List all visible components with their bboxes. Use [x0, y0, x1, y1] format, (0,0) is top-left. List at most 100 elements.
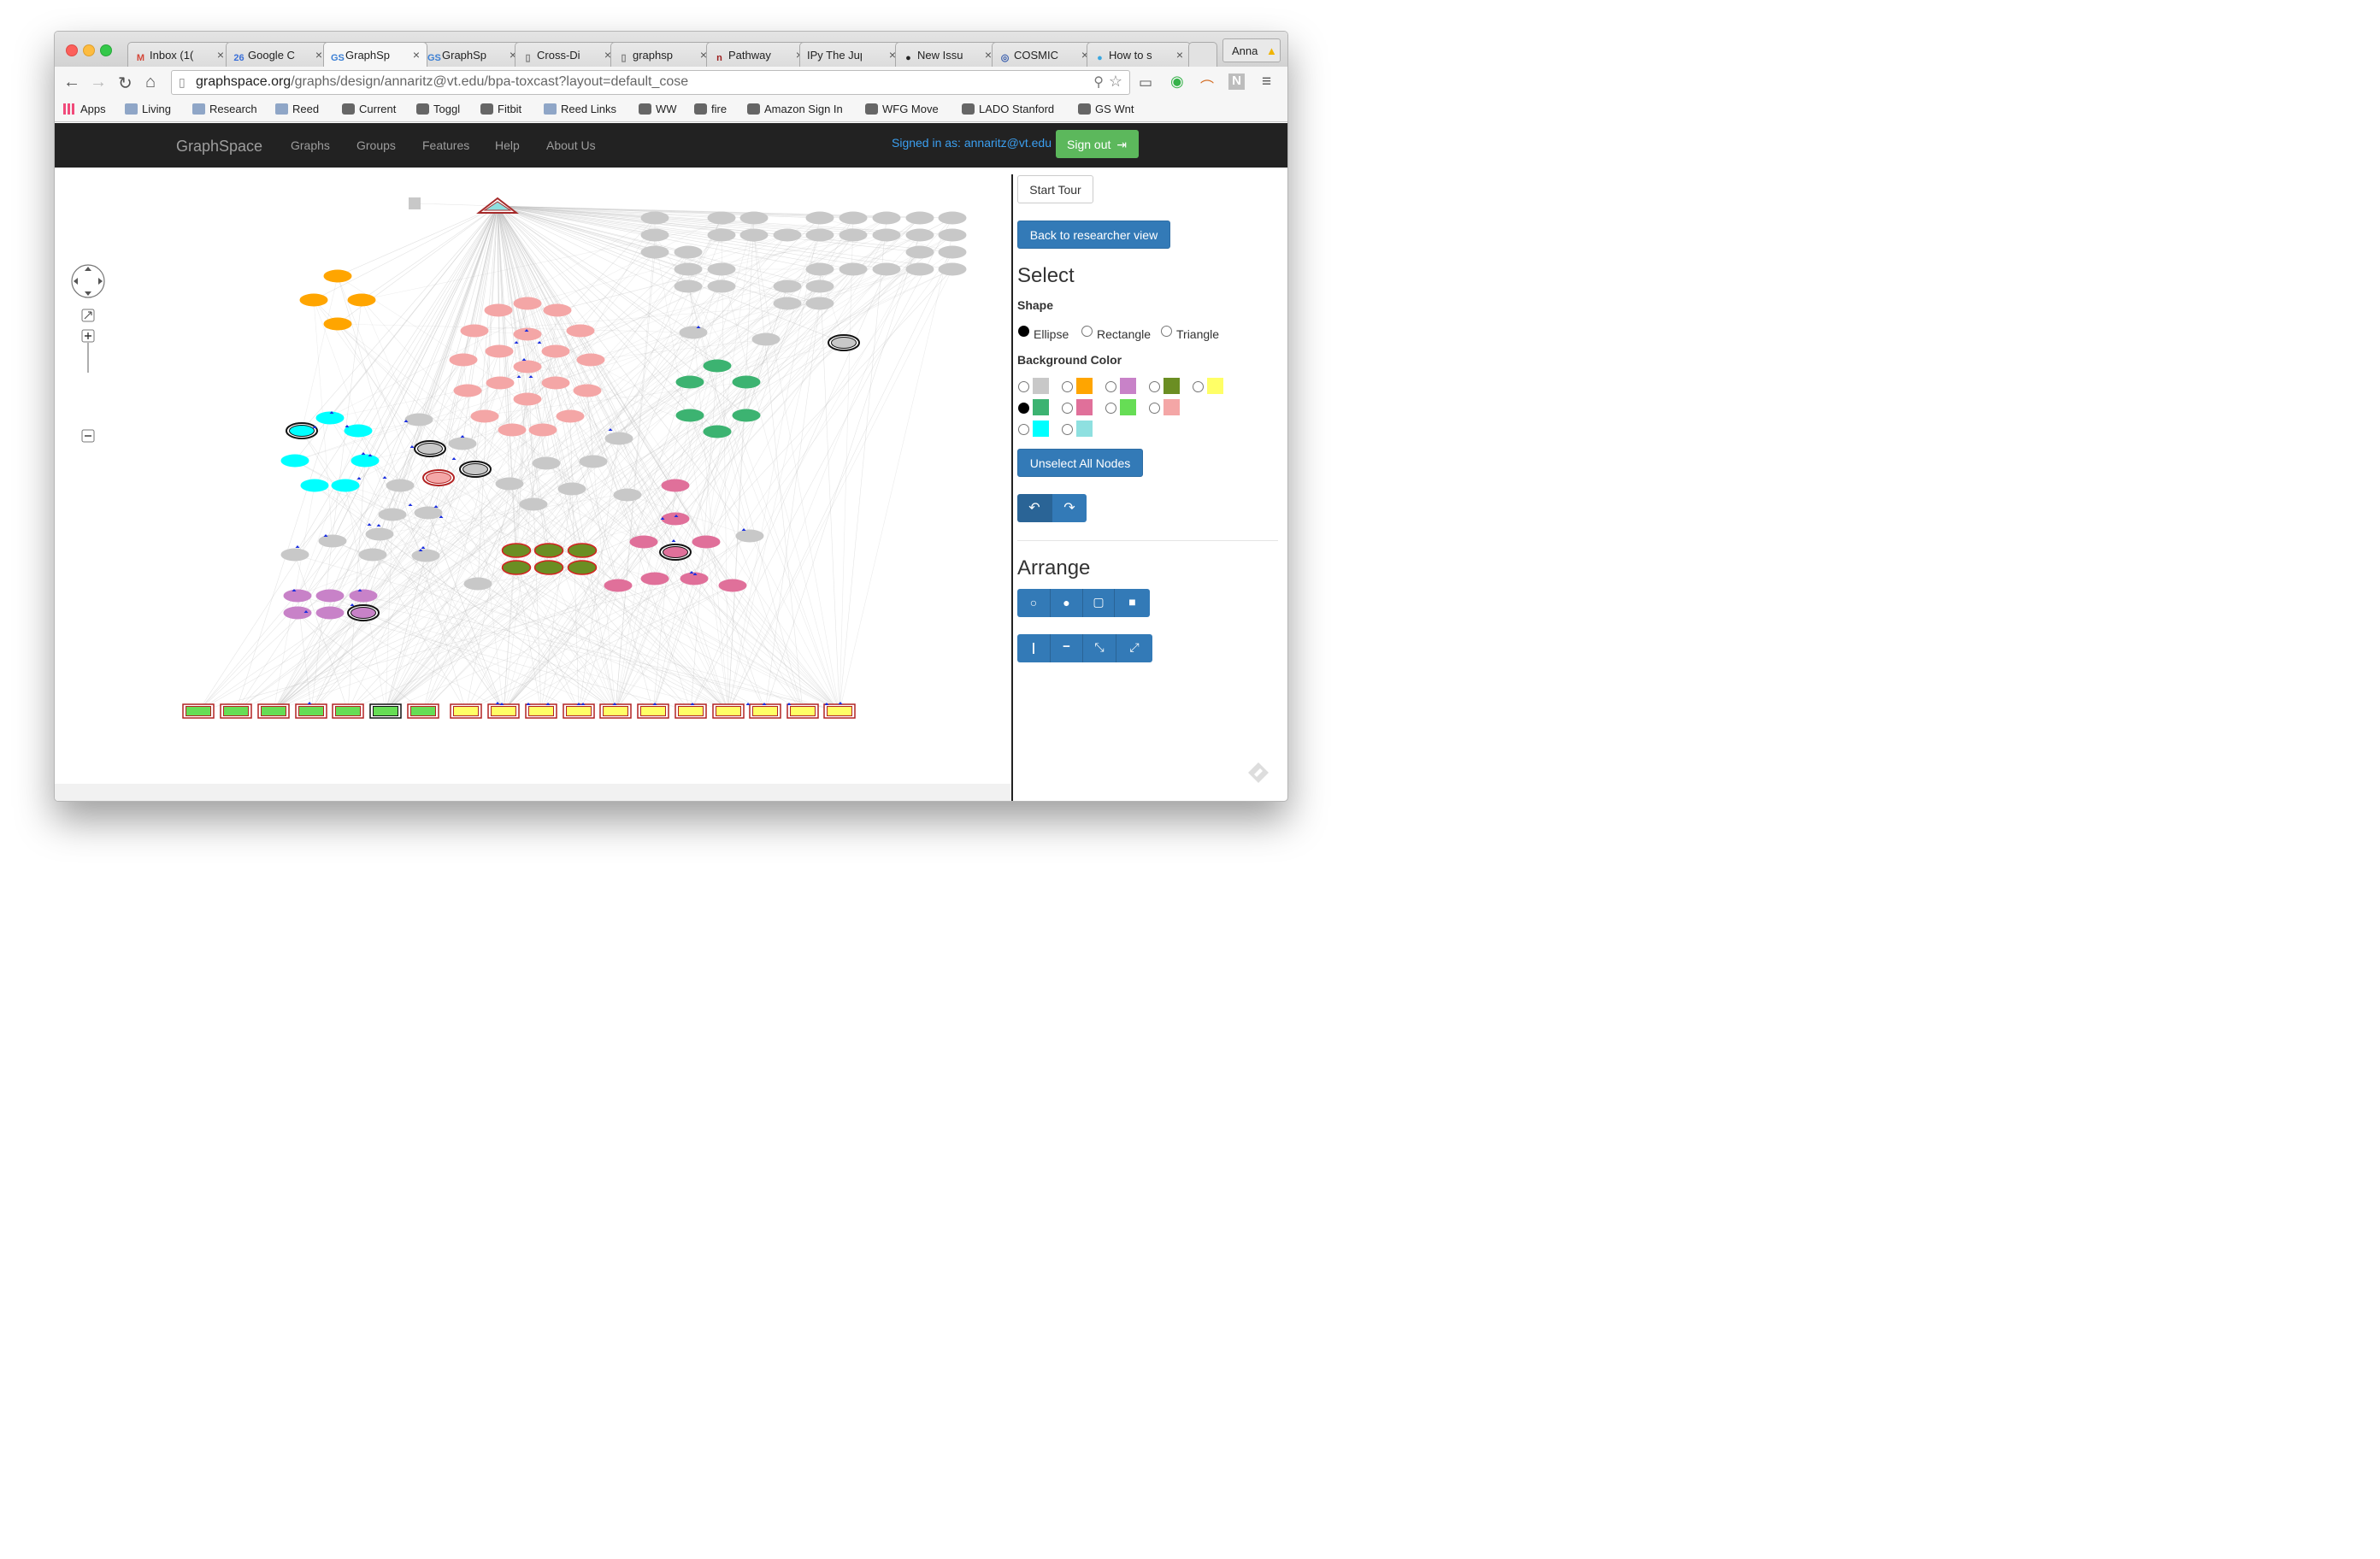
graph-node[interactable] [426, 472, 451, 484]
graph-node[interactable] [283, 589, 312, 603]
graph-node[interactable] [566, 324, 595, 338]
graph-node[interactable] [351, 607, 376, 619]
graph-edge[interactable] [689, 415, 840, 712]
arrange-vertical-button[interactable]: | [1017, 634, 1051, 662]
tab-close-icon[interactable]: × [217, 48, 224, 62]
color-checkbox-6[interactable] [1062, 403, 1073, 414]
graph-edge[interactable] [294, 205, 498, 556]
graph-edge[interactable] [721, 268, 840, 712]
graph-node[interactable] [674, 279, 703, 293]
graph-node[interactable] [453, 384, 482, 397]
graph-node[interactable] [557, 482, 586, 496]
graph-node[interactable] [661, 512, 690, 526]
graph-edge[interactable] [414, 203, 498, 207]
graph-node[interactable] [486, 376, 515, 390]
graph-node[interactable] [604, 432, 633, 445]
graph-node[interactable] [470, 409, 499, 423]
rect-node[interactable] [453, 706, 479, 716]
graph-edge[interactable] [273, 503, 534, 712]
color-checkbox-2[interactable] [1105, 381, 1116, 392]
bookmark-fitbit[interactable]: Fitbit [480, 103, 521, 115]
graph-edge[interactable] [497, 205, 845, 344]
color-swatch-7[interactable] [1120, 399, 1136, 415]
tab-close-icon[interactable]: × [413, 48, 420, 62]
color-swatch-2[interactable] [1120, 378, 1136, 394]
extension-arc-icon[interactable]: ⌒ [1200, 75, 1214, 96]
shape-rectangle-checkbox[interactable] [1081, 326, 1093, 337]
start-tour-button[interactable]: Start Tour [1017, 175, 1093, 203]
graph-node[interactable] [289, 425, 315, 437]
color-checkbox-8[interactable] [1149, 403, 1160, 414]
graph-node[interactable] [347, 293, 376, 307]
graph-node[interactable] [498, 423, 527, 437]
graph-edge[interactable] [273, 330, 475, 712]
graph-node[interactable] [613, 488, 642, 502]
graph-edge[interactable] [273, 612, 364, 712]
reload-icon[interactable]: ↻ [118, 73, 133, 94]
graph-node[interactable] [351, 454, 380, 468]
graph-node[interactable] [773, 297, 802, 310]
tab-5[interactable]: ▯ graphsp × [610, 42, 715, 67]
tab-close-icon[interactable]: × [985, 48, 992, 62]
graph-node[interactable] [839, 211, 868, 225]
graph-node[interactable] [449, 353, 478, 367]
graph-edge[interactable] [540, 268, 953, 712]
color-swatch-8[interactable] [1163, 399, 1180, 415]
rect-node[interactable] [373, 706, 398, 716]
bookmark-wfg-move[interactable]: WFG Move [865, 103, 939, 115]
rect-node[interactable] [752, 706, 778, 716]
graph-node[interactable] [661, 479, 690, 492]
arrange-horizontal-button[interactable]: − [1051, 634, 1083, 662]
graph-edge[interactable] [627, 494, 751, 537]
graph-node[interactable] [541, 344, 570, 358]
extension-grammarly-icon[interactable]: ◉ [1170, 73, 1184, 91]
graph-node[interactable] [579, 455, 608, 468]
unselect-all-button[interactable]: Unselect All Nodes [1017, 449, 1143, 477]
graph-node[interactable] [501, 543, 532, 558]
arrange-circle-outline-button[interactable]: ○ [1017, 589, 1051, 617]
tab-close-icon[interactable]: × [315, 48, 322, 62]
color-swatch-4[interactable] [1207, 378, 1223, 394]
rect-node[interactable] [640, 706, 666, 716]
graph-edge[interactable] [297, 612, 386, 712]
graph-node[interactable] [532, 456, 561, 470]
graph-node[interactable] [378, 508, 407, 521]
graph-node[interactable] [640, 572, 669, 585]
graph-node[interactable] [773, 228, 802, 242]
graph-node[interactable] [751, 332, 781, 346]
color-swatch-1[interactable] [1076, 378, 1093, 394]
graph-node[interactable] [674, 245, 703, 259]
graph-node[interactable] [718, 579, 747, 592]
color-checkbox-9[interactable] [1018, 424, 1029, 435]
graph-node[interactable] [905, 262, 934, 276]
rect-node[interactable] [528, 706, 554, 716]
graph-node[interactable] [513, 392, 542, 406]
bookmark-lado-stanford[interactable]: LADO Stanford [962, 103, 1054, 115]
graph-node[interactable] [872, 262, 901, 276]
arrange-collapse-button[interactable]: ⤡ [1083, 634, 1116, 662]
graph-node[interactable] [679, 326, 708, 339]
graph-node[interactable] [495, 477, 524, 491]
graph-node[interactable] [513, 297, 542, 310]
back-icon[interactable]: ← [63, 73, 80, 92]
graph-node[interactable] [460, 324, 489, 338]
shape-triangle-checkbox[interactable] [1161, 326, 1172, 337]
nav-groups[interactable]: Groups [356, 138, 396, 152]
graph-node[interactable] [299, 293, 328, 307]
bookmark-reed[interactable]: Reed [275, 103, 319, 115]
graph-node[interactable] [404, 413, 433, 427]
graph-node[interactable] [663, 546, 688, 558]
color-checkbox-10[interactable] [1062, 424, 1073, 435]
bookmark-living[interactable]: Living [125, 103, 171, 115]
tab-3[interactable]: GSGraphSp × [420, 42, 524, 67]
graph-node[interactable] [358, 548, 387, 562]
arrange-expand-button[interactable]: ⤢ [1116, 634, 1152, 662]
rect-node[interactable] [298, 706, 324, 716]
graph-node[interactable] [640, 245, 669, 259]
nav-features[interactable]: Features [422, 138, 469, 152]
graph-node[interactable] [533, 560, 564, 575]
close-window-button[interactable] [66, 44, 78, 56]
rect-node[interactable] [827, 706, 852, 716]
bookmark-gs-wnt[interactable]: GS Wnt [1078, 103, 1134, 115]
redo-button[interactable]: ↷ [1052, 494, 1087, 522]
